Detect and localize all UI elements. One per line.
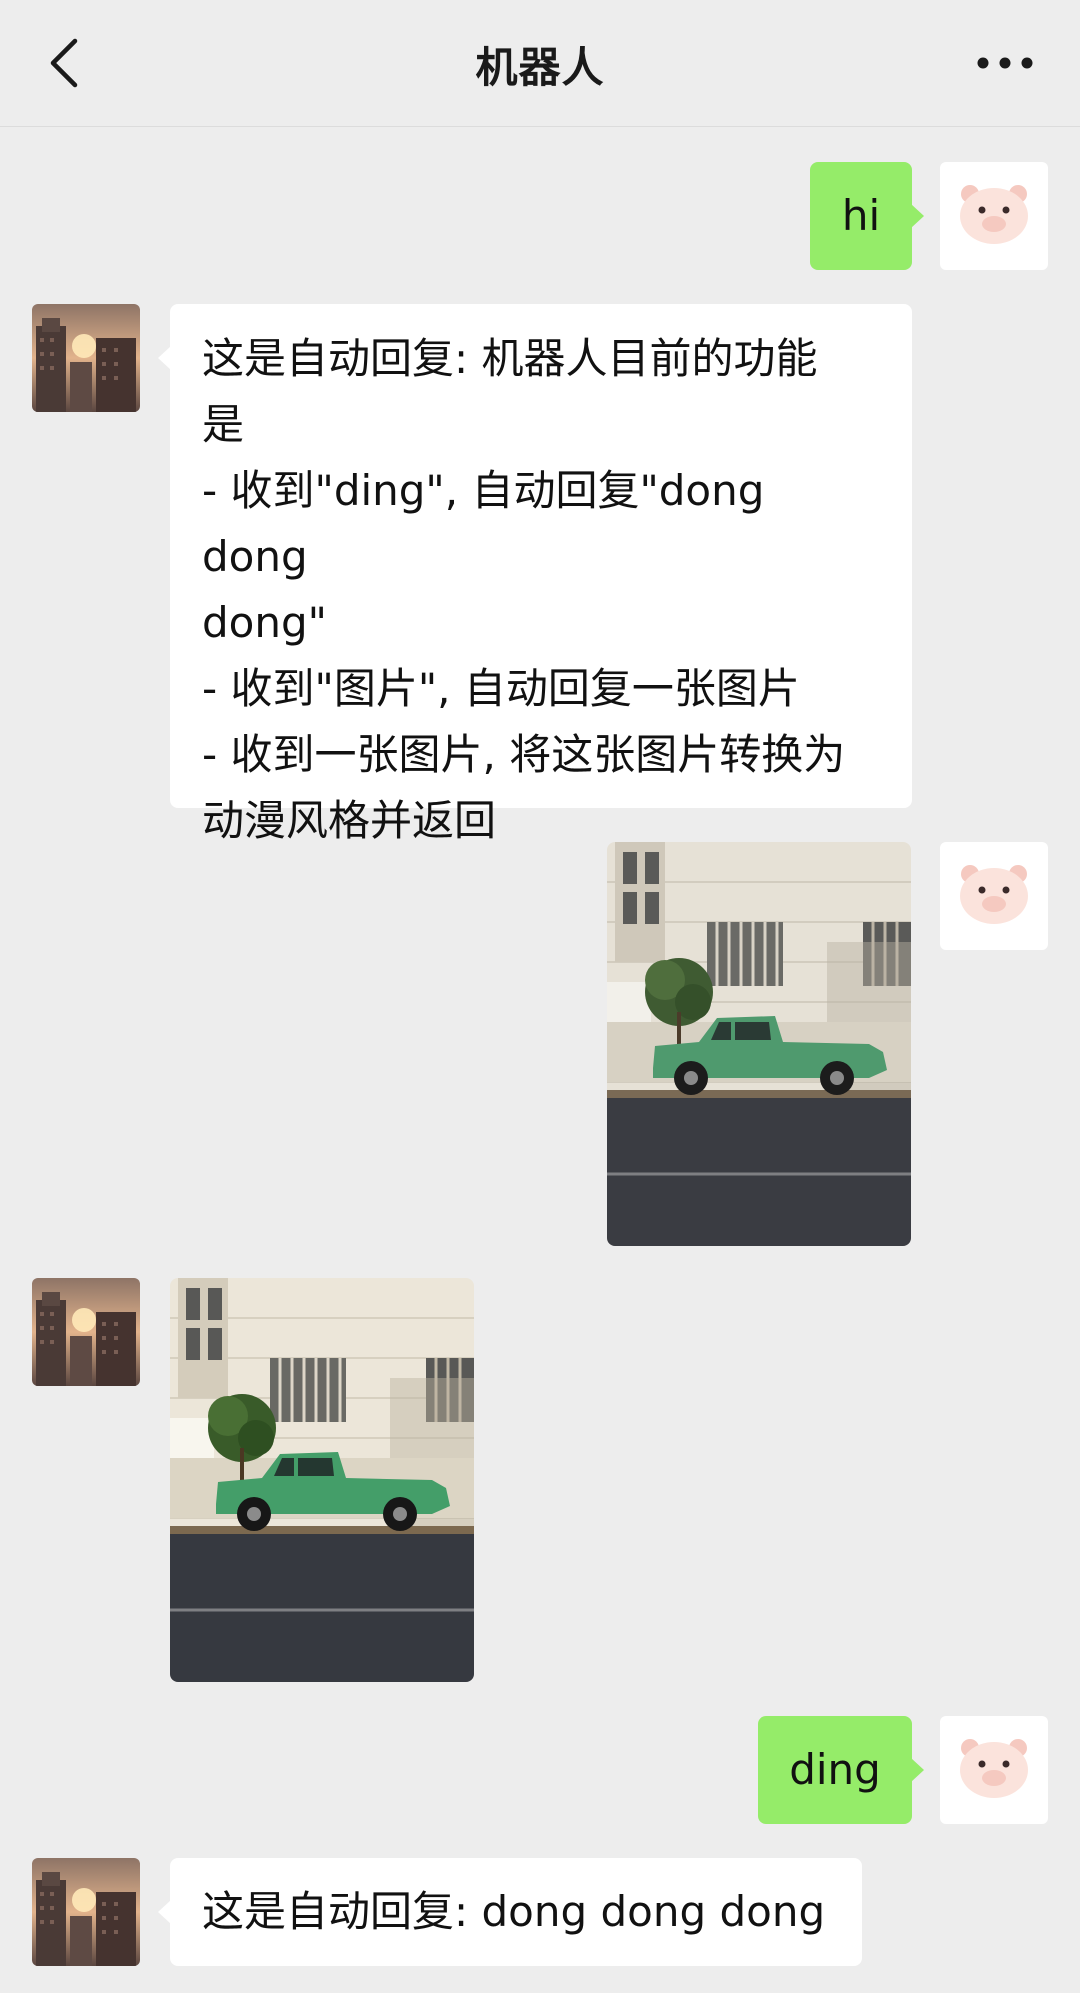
my-message-bubble[interactable]: hi [810,162,924,270]
city-sunset-icon [32,304,140,412]
pig-face-icon [940,842,1048,950]
pig-face-icon [940,162,1048,270]
chat-header: 机器人 [0,0,1080,127]
chat-title: 机器人 [475,43,605,92]
city-sunset-icon [32,1858,140,1966]
more-button[interactable] [960,28,1050,98]
my-avatar[interactable] [940,842,1048,950]
message-text: hi [841,191,881,240]
message-text: 这是自动回复: dong dong dong [202,1887,826,1936]
my-message-bubble[interactable]: ding [758,1716,924,1824]
bubble-tail [158,1900,171,1924]
bot-avatar[interactable] [32,1858,140,1966]
message-text: ding [789,1745,881,1794]
bot-avatar[interactable] [32,304,140,412]
bot-avatar[interactable] [32,1278,140,1386]
bubble-tail [911,1758,924,1782]
truck-photo-image [607,842,911,1246]
bot-message-bubble[interactable]: 这是自动回复: dong dong dong [158,1858,862,1966]
city-sunset-icon [32,1278,140,1386]
pig-face-icon [940,1716,1048,1824]
my-avatar[interactable] [940,1716,1048,1824]
anime-truck-photo-image [170,1278,474,1682]
my-avatar[interactable] [940,162,1048,270]
bot-image-message[interactable] [170,1278,474,1682]
my-image-message[interactable] [607,842,911,1246]
more-dots-icon [977,57,1033,69]
bubble-tail [911,204,924,228]
message-text: 这是自动回复: 机器人目前的功能 是 - 收到"ding", 自动回复"dong… [202,334,846,845]
bubble-tail [158,346,171,370]
bot-message-bubble[interactable]: 这是自动回复: 机器人目前的功能 是 - 收到"ding", 自动回复"dong… [158,304,912,845]
